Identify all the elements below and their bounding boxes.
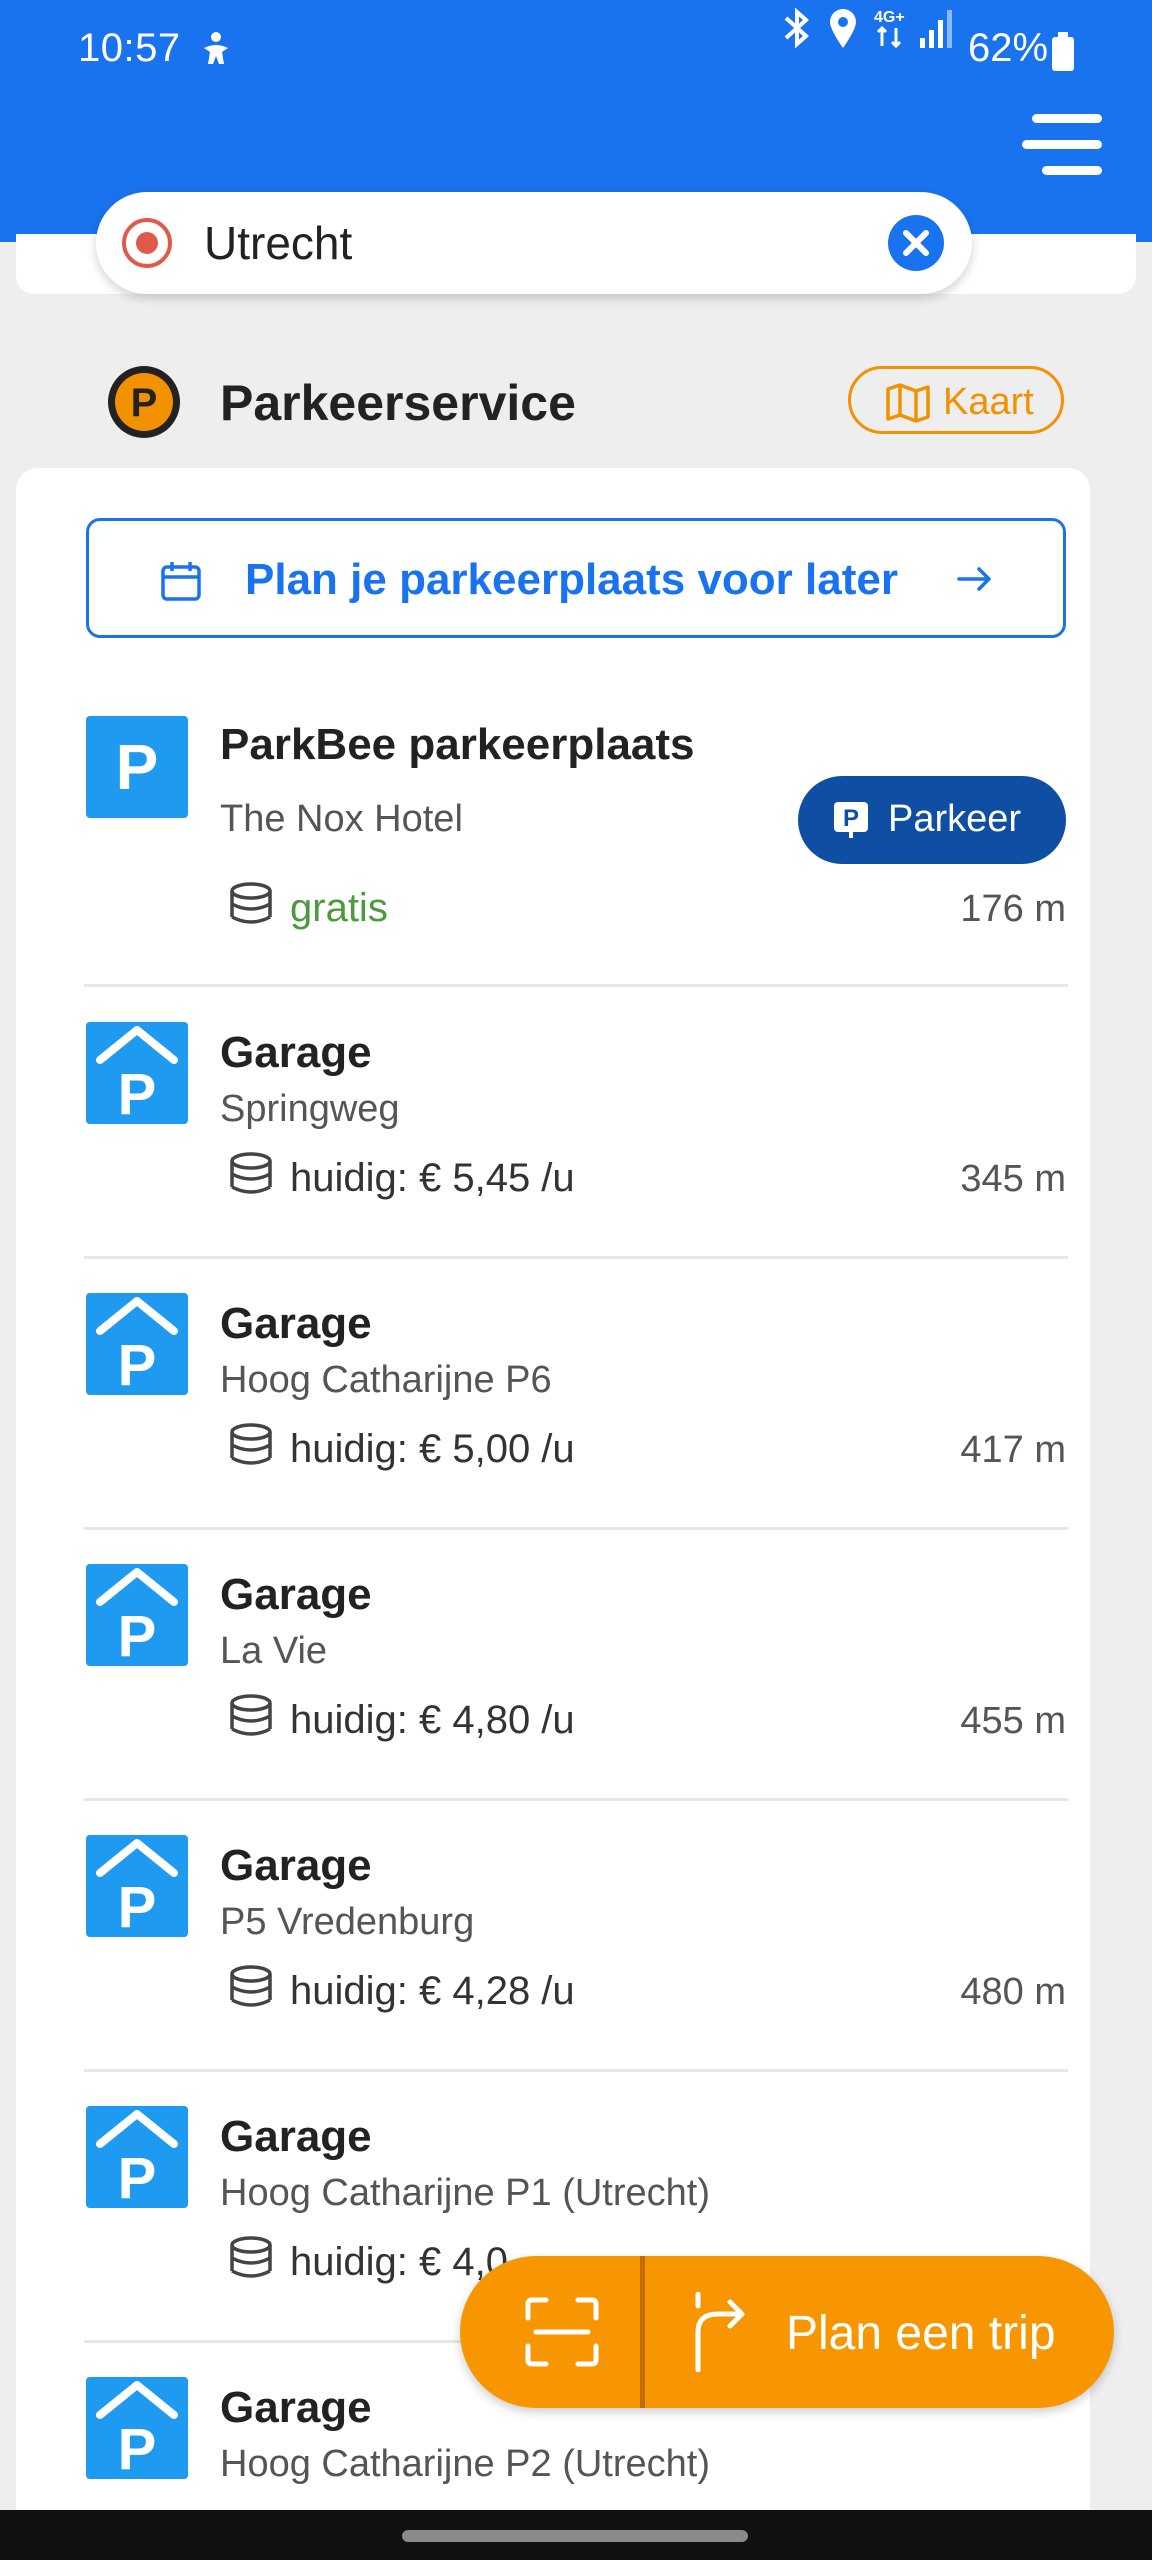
list-item[interactable]: P Garage Hoog Catharijne P6 huidig: € 5,…: [0, 1273, 1152, 1543]
close-icon: [903, 230, 929, 256]
map-button[interactable]: Kaart: [848, 366, 1064, 434]
fab-divider: [640, 2256, 645, 2408]
item-price: huidig: € 5,00 /u: [290, 1427, 575, 1471]
status-bar: 10:57 4G+ 62%: [0, 0, 1152, 100]
item-distance: 345 m: [960, 1158, 1066, 1200]
list-item[interactable]: P Garage La Vie huidig: € 4,80 /u 455 m: [0, 1544, 1152, 1814]
plan-trip-label: Plan een trip: [786, 2307, 1056, 2360]
garage-icon: P: [86, 1835, 188, 1937]
item-price: huidig: € 4,0: [290, 2240, 508, 2284]
coins-icon: [230, 1965, 272, 2007]
status-time: 10:57: [78, 26, 181, 70]
system-nav-bar: [0, 2510, 1152, 2560]
home-gesture-handle[interactable]: [402, 2530, 748, 2542]
item-distance: 176 m: [960, 888, 1066, 930]
divider: [84, 1527, 1068, 1530]
item-price: huidig: € 5,45 /u: [290, 1156, 575, 1200]
svg-text:P: P: [118, 1062, 157, 1124]
svg-text:P: P: [843, 805, 859, 832]
item-distance: 480 m: [960, 1971, 1066, 2013]
parking-icon: P: [86, 716, 188, 818]
svg-text:P: P: [118, 2146, 157, 2208]
item-subtitle: P5 Vredenburg: [220, 1901, 475, 1943]
signal-icon: [920, 10, 952, 48]
item-price: huidig: € 4,80 /u: [290, 1698, 575, 1742]
item-title: Garage: [220, 1570, 372, 1619]
coins-icon: [230, 1152, 272, 1194]
item-subtitle: The Nox Hotel: [220, 798, 463, 840]
svg-text:P: P: [118, 1875, 157, 1937]
item-title: ParkBee parkeerplaats: [220, 720, 695, 769]
calendar-icon: [161, 562, 201, 601]
item-price: gratis: [290, 886, 388, 930]
item-price: huidig: € 4,28 /u: [290, 1969, 575, 2013]
arrow-right-icon: [957, 567, 991, 591]
divider: [84, 1256, 1068, 1259]
network-4g-icon: 4G+: [874, 9, 905, 49]
park-button-label: Parkeer: [888, 798, 1022, 840]
item-title: Garage: [220, 2112, 372, 2161]
accessibility-icon: [204, 32, 228, 64]
garage-icon: P: [86, 1564, 188, 1666]
location-icon: [830, 9, 856, 48]
location-target-icon: [122, 218, 172, 268]
item-subtitle: Hoog Catharijne P2 (Utrecht): [220, 2443, 710, 2485]
item-subtitle: Springweg: [220, 1088, 400, 1130]
map-button-label: Kaart: [943, 381, 1034, 423]
page-title: Parkeerservice: [220, 375, 576, 431]
coins-icon: [230, 2236, 272, 2278]
clear-search-button[interactable]: [888, 215, 944, 271]
search-input[interactable]: Utrecht: [204, 216, 352, 270]
item-title: Garage: [220, 1028, 372, 1077]
item-subtitle: La Vie: [220, 1630, 328, 1672]
garage-icon: P: [86, 1022, 188, 1124]
coins-icon: [230, 1694, 272, 1736]
item-subtitle: Hoog Catharijne P1 (Utrecht): [220, 2172, 710, 2214]
item-distance: 417 m: [960, 1429, 1066, 1471]
item-subtitle: Hoog Catharijne P6: [220, 1359, 552, 1401]
svg-text:4G+: 4G+: [874, 9, 905, 26]
menu-button[interactable]: [1022, 108, 1102, 178]
item-title: Garage: [220, 1841, 372, 1890]
plan-later-label: Plan je parkeerplaats voor later: [245, 555, 898, 604]
svg-text:P: P: [118, 2417, 157, 2479]
svg-text:P: P: [131, 381, 158, 425]
plan-later-button[interactable]: Plan je parkeerplaats voor later: [86, 518, 1066, 638]
battery-percent: 62%: [968, 26, 1049, 70]
parking-sign-icon: P: [834, 802, 868, 838]
battery-icon: [1052, 32, 1074, 71]
scan-icon[interactable]: [524, 2296, 600, 2368]
bluetooth-icon: [784, 7, 809, 49]
plan-trip-bar[interactable]: Plan een trip: [460, 2256, 1114, 2408]
item-title: Garage: [220, 2383, 372, 2432]
svg-text:P: P: [118, 1604, 157, 1666]
route-icon: [695, 2292, 745, 2372]
garage-icon: P: [86, 1293, 188, 1395]
search-field[interactable]: Utrecht: [96, 192, 972, 294]
svg-text:P: P: [118, 1333, 157, 1395]
garage-icon: P: [86, 2377, 188, 2479]
map-icon: [886, 383, 930, 423]
item-distance: 455 m: [960, 1700, 1066, 1742]
parking-service-icon: P: [108, 366, 180, 438]
list-item[interactable]: P Garage P5 Vredenburg huidig: € 4,28 /u…: [0, 1815, 1152, 2085]
garage-icon: P: [86, 2106, 188, 2208]
divider: [84, 984, 1068, 987]
item-title: Garage: [220, 1299, 372, 1348]
coins-icon: [230, 1423, 272, 1465]
park-button[interactable]: P Parkeer: [798, 776, 1066, 864]
list-item[interactable]: P Garage Springweg huidig: € 5,45 /u 345…: [0, 1002, 1152, 1272]
coins-icon: [230, 882, 272, 924]
divider: [84, 2069, 1068, 2072]
divider: [84, 1798, 1068, 1801]
